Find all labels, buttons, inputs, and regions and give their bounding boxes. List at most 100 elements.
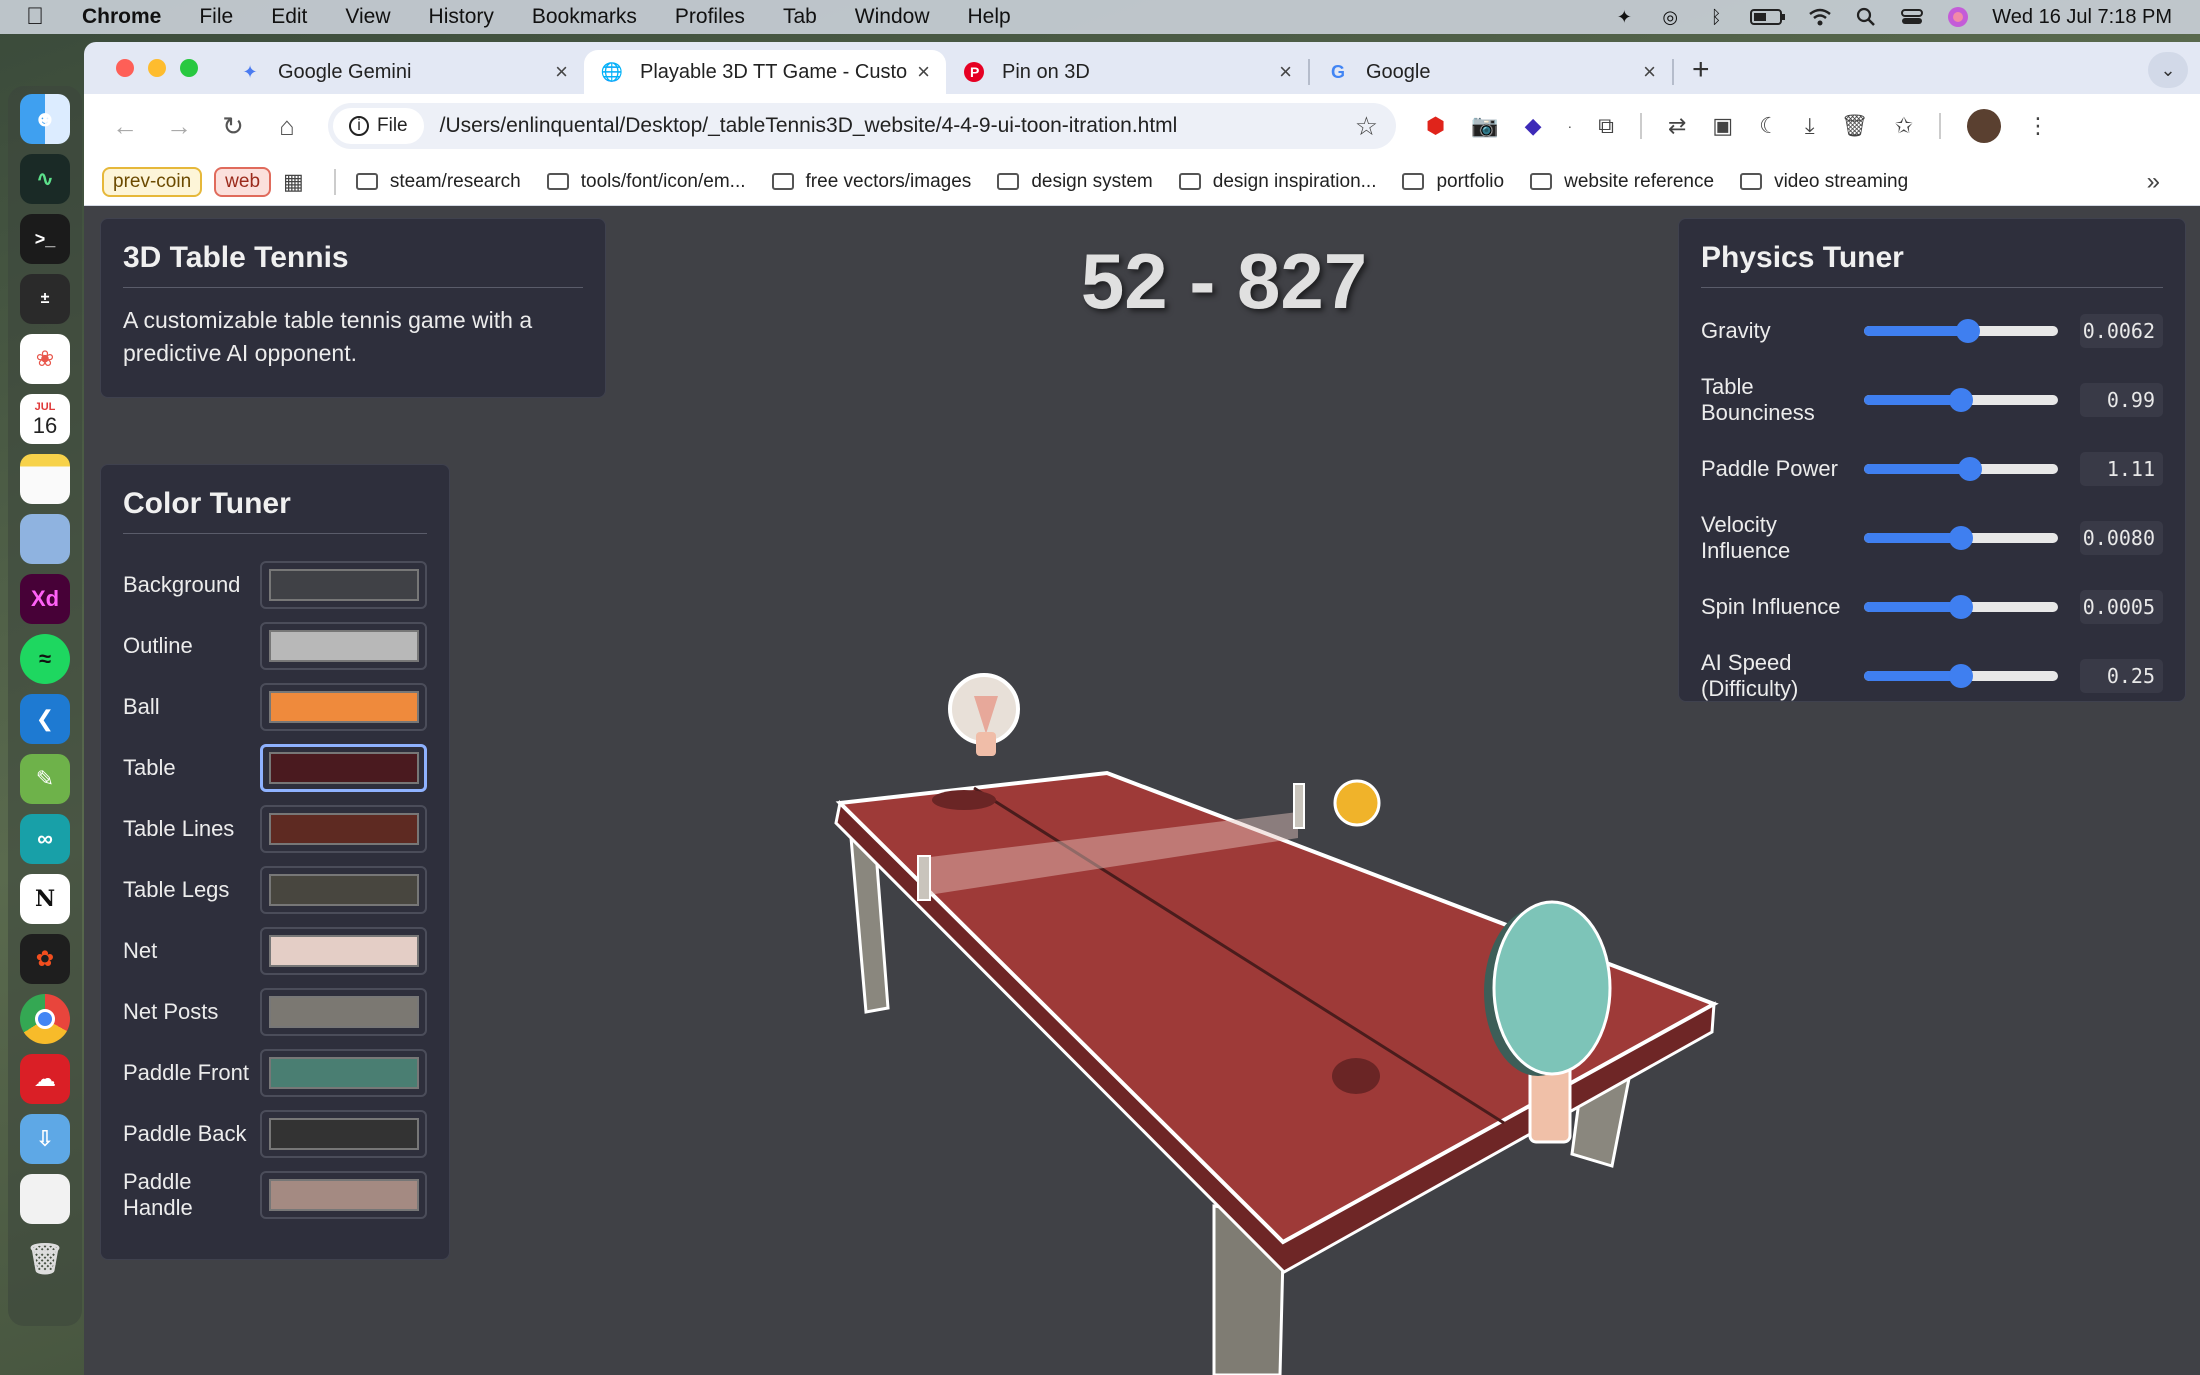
calendar-icon[interactable]: JUL 16 xyxy=(20,394,70,444)
photos-icon[interactable]: ❀ xyxy=(20,334,70,384)
tab-pin-on-3d[interactable]: P Pin on 3D × xyxy=(946,50,1308,94)
puzzle-extensions-icon[interactable]: ⧉ xyxy=(1598,113,1614,139)
bookmark-folder[interactable]: portfolio xyxy=(1402,171,1504,193)
bookmark-folder[interactable]: video streaming xyxy=(1740,171,1908,193)
figma-icon[interactable]: ✿ xyxy=(20,934,70,984)
tab-google-gemini[interactable]: ✦ Google Gemini × xyxy=(222,50,584,94)
color-picker-input[interactable] xyxy=(260,560,427,609)
bookmark-folder[interactable]: website reference xyxy=(1530,171,1714,193)
slider-thumb[interactable] xyxy=(1948,387,1973,412)
notes-icon[interactable] xyxy=(20,454,70,504)
bookmark-folder[interactable]: design system xyxy=(997,171,1153,193)
zoom-window-button[interactable] xyxy=(180,59,198,77)
bookmark-folder[interactable]: tools/font/icon/em... xyxy=(546,171,746,193)
menu-edit[interactable]: Edit xyxy=(271,5,307,29)
siri-icon[interactable] xyxy=(1946,7,1970,27)
menu-tab[interactable]: Tab xyxy=(783,5,817,29)
close-tab-icon[interactable]: × xyxy=(1279,59,1292,85)
close-tab-icon[interactable]: × xyxy=(917,59,930,85)
airdrop-icon[interactable]: ◎ xyxy=(1658,7,1682,27)
physics-slider[interactable] xyxy=(1863,525,2058,550)
bookmark-web[interactable]: web xyxy=(214,166,272,197)
menu-app-name[interactable]: Chrome xyxy=(82,5,161,29)
game-page[interactable]: 3D Table Tennis A customizable table ten… xyxy=(84,206,2200,1375)
physics-slider[interactable] xyxy=(1863,663,2058,688)
tab-playable-3d-tt-game[interactable]: 🌐 Playable 3D TT Game - Custo × xyxy=(584,50,946,94)
menu-clock[interactable]: Wed 16 Jul 7:18 PM xyxy=(1992,6,2172,29)
profile-avatar[interactable] xyxy=(1967,109,2002,143)
creative-cloud-icon[interactable]: ☁ xyxy=(20,1054,70,1104)
terminal-icon[interactable]: >_ xyxy=(20,214,70,264)
close-tab-icon[interactable]: × xyxy=(555,59,568,85)
finder-icon[interactable]: ☻ xyxy=(20,94,70,144)
menu-bookmarks[interactable]: Bookmarks xyxy=(532,5,637,29)
bookmark-folder[interactable]: steam/research xyxy=(355,171,521,193)
color-picker-input[interactable] xyxy=(260,1109,427,1158)
bookmark-folder[interactable]: free vectors/images xyxy=(771,171,971,193)
bookmark-prev-coin[interactable]: prev-coin xyxy=(102,166,203,197)
menu-help[interactable]: Help xyxy=(968,5,1011,29)
address-bar[interactable]: i File /Users/enlinquental/Desktop/_tabl… xyxy=(328,103,1396,149)
delete-icon[interactable]: 🗑 xyxy=(1841,113,1869,139)
apple-icon[interactable]:  xyxy=(26,3,66,31)
menu-view[interactable]: View xyxy=(345,5,390,29)
notion-icon[interactable]: N xyxy=(20,874,70,924)
adobe-xd-icon[interactable]: Xd xyxy=(20,574,70,624)
recent-document-icon[interactable] xyxy=(20,1174,70,1224)
close-window-button[interactable] xyxy=(116,59,134,77)
color-picker-input[interactable] xyxy=(260,743,427,792)
back-arrow-icon[interactable]: ← xyxy=(98,111,152,142)
camera-extension-icon[interactable]: 📷 xyxy=(1471,113,1498,139)
minimize-window-button[interactable] xyxy=(148,59,166,77)
home-icon[interactable]: ⌂ xyxy=(260,111,314,142)
downloads-folder-icon[interactable]: ⇩ xyxy=(20,1114,70,1164)
physics-slider[interactable] xyxy=(1863,318,2058,343)
close-tab-icon[interactable]: × xyxy=(1643,59,1656,85)
forward-arrow-icon[interactable]: → xyxy=(152,111,206,142)
slider-thumb[interactable] xyxy=(1956,318,1981,343)
url-text[interactable]: /Users/enlinquental/Desktop/_tableTennis… xyxy=(440,114,1178,138)
menu-window[interactable]: Window xyxy=(855,5,930,29)
figma-status-icon[interactable]: ✦ xyxy=(1612,7,1636,27)
tab-google[interactable]: G Google × xyxy=(1310,50,1672,94)
chrome-icon[interactable] xyxy=(20,994,70,1044)
physics-slider[interactable] xyxy=(1863,387,2058,412)
adblock-extension-icon[interactable]: ⬢ xyxy=(1426,113,1445,139)
dot-extension-icon[interactable]: · xyxy=(1568,118,1573,134)
incognito-icon[interactable]: ☾ xyxy=(1759,113,1779,139)
starred-icon[interactable]: ✩ xyxy=(1895,113,1913,139)
physics-slider[interactable] xyxy=(1863,456,2058,481)
more-menu-icon[interactable]: ⋮ xyxy=(2027,113,2049,139)
layers-extension-icon[interactable]: ◆ xyxy=(1525,113,1542,139)
apps-grid-icon[interactable]: ▦ xyxy=(283,169,304,195)
slider-thumb[interactable] xyxy=(1948,663,1973,688)
color-picker-input[interactable] xyxy=(260,1048,427,1097)
bookmark-folder[interactable]: design inspiration... xyxy=(1178,171,1376,193)
color-picker-input[interactable] xyxy=(260,987,427,1036)
battery-icon[interactable] xyxy=(1750,7,1786,27)
calculator-icon[interactable]: ± xyxy=(20,274,70,324)
more-bookmarks-chevron-icon[interactable]: » xyxy=(2147,168,2160,196)
color-picker-input[interactable] xyxy=(260,804,427,853)
menu-profiles[interactable]: Profiles xyxy=(675,5,745,29)
vscode-icon[interactable]: ❮ xyxy=(20,694,70,744)
color-picker-input[interactable] xyxy=(260,621,427,670)
bookmark-star-icon[interactable]: ☆ xyxy=(1355,111,1378,142)
color-picker-input[interactable] xyxy=(260,865,427,914)
translate-icon[interactable]: ⇄ xyxy=(1668,113,1686,139)
reload-icon[interactable]: ↻ xyxy=(206,111,260,142)
physics-slider[interactable] xyxy=(1863,594,2058,619)
tab-search-chevron-icon[interactable]: ⌄ xyxy=(2148,52,2188,88)
slider-thumb[interactable] xyxy=(1948,594,1973,619)
wifi-icon[interactable] xyxy=(1808,7,1832,27)
slider-thumb[interactable] xyxy=(1948,525,1973,550)
trash-icon[interactable]: 🗑 xyxy=(20,1234,70,1284)
site-info-chip[interactable]: i File xyxy=(333,108,424,144)
new-tab-button[interactable]: + xyxy=(1692,53,1710,87)
bluetooth-icon[interactable]: ᛒ xyxy=(1704,7,1728,27)
pencil-app-icon[interactable]: ✎ xyxy=(20,754,70,804)
spotlight-search-icon[interactable] xyxy=(1854,7,1878,27)
activity-monitor-icon[interactable]: ∿ xyxy=(20,154,70,204)
slider-thumb[interactable] xyxy=(1958,456,1983,481)
control-center-icon[interactable] xyxy=(1900,7,1924,27)
